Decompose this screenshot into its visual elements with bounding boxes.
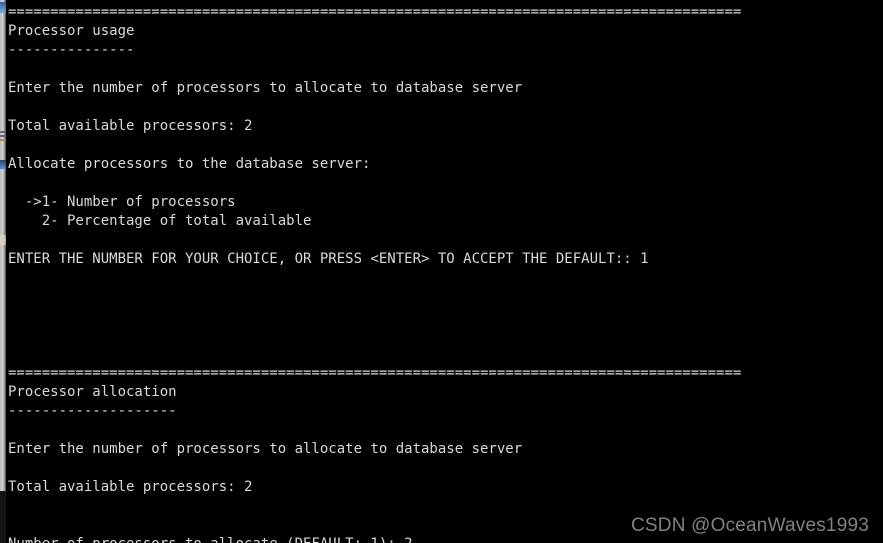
terminal-line-total-available-second: Total available processors: 2 [8, 479, 253, 495]
terminal-line-allocate-question: Allocate processors to the database serv… [8, 156, 371, 172]
terminal-screen: ========================================… [0, 0, 883, 543]
menu-option-2-percentage-of-total[interactable]: 2- Percentage of total available [8, 212, 741, 231]
terminal-line-separator-top: ========================================… [8, 4, 742, 20]
terminal-line-separator-second: ========================================… [8, 365, 742, 381]
terminal-line-title-processor-usage: Processor usage [8, 23, 135, 39]
terminal-line-title-underline: --------------- [8, 42, 135, 58]
choice-input-prompt[interactable]: ENTER THE NUMBER FOR YOUR CHOICE, OR PRE… [8, 250, 741, 269]
terminal-text: ========================================… [8, 3, 741, 543]
menu-option-1-number-of-processors[interactable]: ->1- Number of processors [8, 193, 741, 212]
terminal-line-title-underline-second: -------------------- [8, 403, 177, 419]
terminal-line-total-available: Total available processors: 2 [8, 118, 253, 134]
terminal-line-prompt-enter-number-second: Enter the number of processors to alloca… [8, 441, 523, 457]
csdn-watermark: CSDN @OceanWaves1993 [630, 515, 869, 536]
terminal-output-area[interactable]: ========================================… [6, 0, 883, 543]
terminal-line-title-processor-allocation: Processor allocation [8, 384, 177, 400]
terminal-line-prompt-enter-number: Enter the number of processors to alloca… [8, 80, 523, 96]
